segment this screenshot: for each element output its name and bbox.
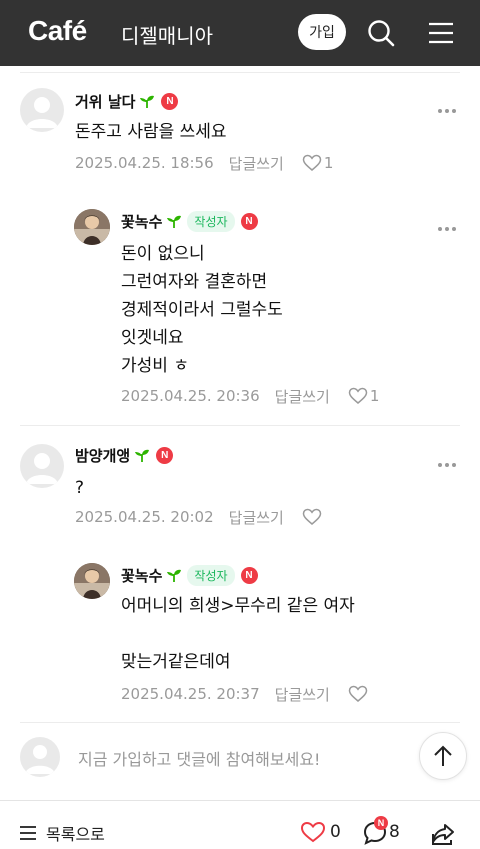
heart-icon xyxy=(348,685,368,702)
comment-nickname[interactable]: 밤양개앵 xyxy=(75,445,130,466)
comment-date: 2025.04.25. 18:56 xyxy=(75,154,214,172)
top-bar: Café 디젤매니아 가입 xyxy=(0,0,480,66)
more-icon xyxy=(438,109,442,113)
new-badge: N xyxy=(240,566,258,584)
sprout-level-icon xyxy=(167,569,182,582)
more-options-button[interactable] xyxy=(438,216,462,231)
default-profile-icon xyxy=(25,745,55,774)
cafe-name[interactable]: 디젤매니아 xyxy=(121,20,213,49)
profile-photo xyxy=(74,563,110,599)
new-badge: N xyxy=(161,92,179,110)
comment-nickname[interactable]: 꽃녹수 xyxy=(121,565,162,586)
comment-date: 2025.04.25. 20:36 xyxy=(121,387,260,405)
reply-button[interactable]: 답글쓰기 xyxy=(229,153,284,174)
profile-photo xyxy=(74,209,110,245)
comment-like-button[interactable]: 1 xyxy=(302,154,334,172)
hamburger-menu-icon xyxy=(429,22,453,44)
comment-like-button[interactable] xyxy=(348,685,370,703)
comment-like-button[interactable]: 1 xyxy=(348,387,380,405)
share-button[interactable] xyxy=(430,822,456,846)
comment-meta: 2025.04.25. 20:36 답글쓰기 1 xyxy=(121,385,379,407)
default-profile-icon xyxy=(26,97,58,128)
my-avatar xyxy=(20,737,60,777)
post-like-count: 0 xyxy=(330,822,341,842)
reply-button[interactable]: 답글쓰기 xyxy=(229,507,284,528)
author-badge: 작성자 xyxy=(187,564,235,586)
comment-meta: 2025.04.25. 18:56 답글쓰기 1 xyxy=(75,152,333,174)
comment-header: 꽃녹수 작성자 N xyxy=(121,564,258,586)
divider xyxy=(20,722,460,723)
back-to-list-button[interactable]: 목록으로 xyxy=(19,821,105,845)
comment-text: 돈주고 사람을 쓰세요 xyxy=(75,122,227,142)
comment-nickname[interactable]: 꽃녹수 xyxy=(121,211,162,232)
avatar[interactable] xyxy=(20,444,64,488)
comment-like-button[interactable] xyxy=(302,508,324,526)
reply-button[interactable]: 답글쓰기 xyxy=(275,684,330,705)
comment-header: 꽃녹수 작성자 N xyxy=(121,210,258,232)
more-icon xyxy=(438,227,442,231)
post-like-button[interactable]: 0 xyxy=(300,821,341,843)
bottom-bar: 목록으로 0 N 8 xyxy=(0,800,480,849)
join-button[interactable]: 가입 xyxy=(298,14,346,50)
back-to-list-label: 목록으로 xyxy=(46,825,105,844)
comment-count: 8 xyxy=(389,822,400,842)
reply-button[interactable]: 답글쓰기 xyxy=(275,386,330,407)
comment-meta: 2025.04.25. 20:02 답글쓰기 xyxy=(75,506,324,528)
comment-text: 어머니의 희생>무수리 같은 여자 맞는거같은데여 xyxy=(121,596,355,672)
author-badge: 작성자 xyxy=(187,210,235,232)
search-button[interactable] xyxy=(365,17,397,49)
comment-nickname[interactable]: 거위 날다 xyxy=(75,91,135,112)
arrow-up-icon xyxy=(434,745,452,766)
avatar[interactable] xyxy=(74,209,110,245)
heart-icon xyxy=(348,387,368,404)
list-icon xyxy=(20,826,36,840)
like-count: 1 xyxy=(369,387,380,405)
more-icon xyxy=(438,463,442,467)
cafe-logo[interactable]: Café xyxy=(28,15,87,47)
new-badge: N xyxy=(156,446,174,464)
divider xyxy=(20,425,460,426)
heart-icon xyxy=(302,154,322,171)
heart-icon xyxy=(300,821,326,843)
new-comment-badge: N xyxy=(374,816,388,830)
avatar[interactable] xyxy=(20,88,64,132)
menu-button[interactable] xyxy=(426,17,456,49)
comment-count-button[interactable]: N 8 xyxy=(362,816,400,845)
sprout-level-icon xyxy=(135,449,150,462)
sprout-level-icon xyxy=(140,95,155,108)
like-count: 1 xyxy=(323,154,334,172)
comment-write-area: 지금 가입하고 댓글에 참여해보세요! xyxy=(0,724,480,794)
comment-date: 2025.04.25. 20:37 xyxy=(121,685,260,703)
avatar[interactable] xyxy=(74,563,110,599)
scroll-top-button[interactable] xyxy=(419,732,467,780)
comment-text: 돈이 없으니 그런여자와 결혼하면 경제적이라서 그럴수도 잇겟네요 가성비 ㅎ xyxy=(121,244,283,376)
share-icon xyxy=(432,824,454,845)
default-profile-icon xyxy=(26,453,58,484)
more-options-button[interactable] xyxy=(438,452,462,467)
comment-header: 거위 날다 N xyxy=(75,90,179,112)
more-options-button[interactable] xyxy=(438,98,462,113)
comment-icon: N xyxy=(362,816,388,845)
sprout-level-icon xyxy=(167,215,182,228)
search-icon xyxy=(368,20,395,47)
comment-meta: 2025.04.25. 20:37 답글쓰기 xyxy=(121,683,370,705)
comment-date: 2025.04.25. 20:02 xyxy=(75,508,214,526)
heart-icon xyxy=(302,508,322,525)
comment-input[interactable]: 지금 가입하고 댓글에 참여해보세요! xyxy=(78,746,320,770)
comment-text: ? xyxy=(75,478,85,498)
new-badge: N xyxy=(240,212,258,230)
comment-header: 밤양개앵 N xyxy=(75,444,174,466)
divider xyxy=(20,72,460,73)
